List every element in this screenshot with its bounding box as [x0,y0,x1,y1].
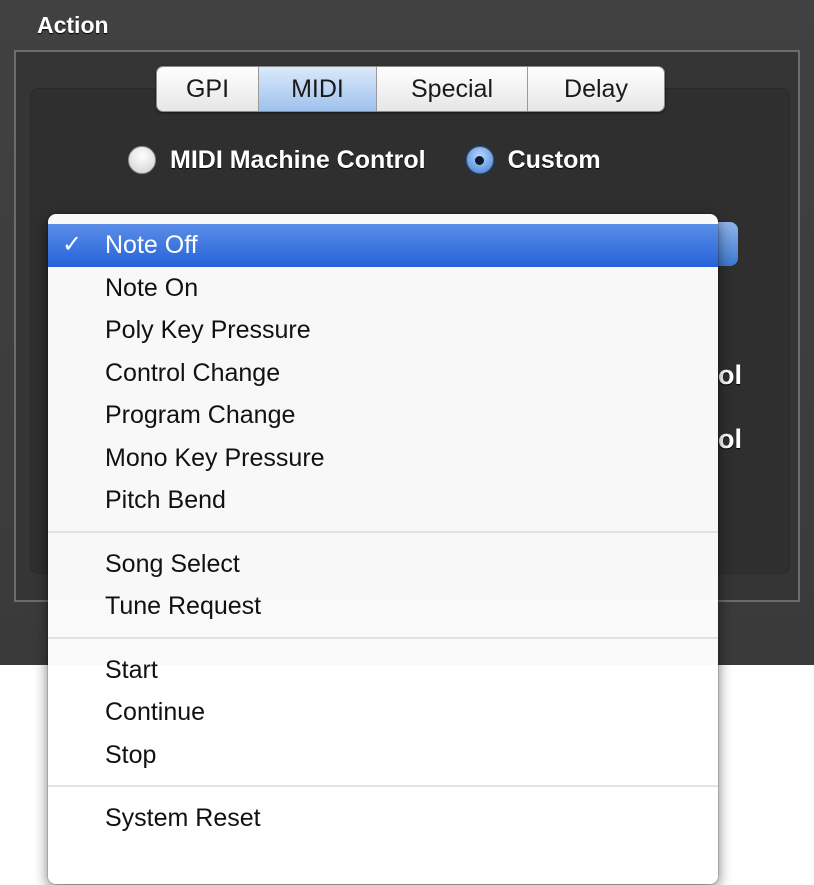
tab-delay[interactable]: Delay [528,67,664,111]
radio-midi-machine-control[interactable] [128,146,156,174]
radio-selected-dot [475,155,485,165]
message-type-dropdown-menu: ✓ Note Off Note On Poly Key Pressure Con… [48,214,718,884]
menu-item-note-off[interactable]: ✓ Note Off [48,224,718,267]
background-label-2: ol [718,424,742,454]
background-label-1: ol [718,360,742,390]
menu-item-poly-key-pressure[interactable]: Poly Key Pressure [48,309,718,352]
tab-special[interactable]: Special [377,67,528,111]
menu-item-note-on[interactable]: Note On [48,267,718,310]
radio-label-midi-machine-control[interactable]: MIDI Machine Control [170,146,426,175]
menu-separator [48,785,718,787]
tab-midi[interactable]: MIDI [259,67,377,111]
section-title: Action [37,12,109,38]
menu-item-song-select[interactable]: Song Select [48,543,718,586]
menu-item-tune-request[interactable]: Tune Request [48,585,718,628]
menu-item-start[interactable]: Start [48,649,718,692]
tab-gpi[interactable]: GPI [157,67,259,111]
radio-custom[interactable] [465,146,494,174]
radio-label-custom[interactable]: Custom [508,146,601,175]
menu-item-pitch-bend[interactable]: Pitch Bend [48,479,718,522]
checkmark-icon: ✓ [62,231,83,258]
menu-separator [48,530,718,533]
menu-item-program-change[interactable]: Program Change [48,394,718,437]
menu-item-mono-key-pressure[interactable]: Mono Key Pressure [48,437,718,480]
menu-item-continue[interactable]: Continue [48,691,718,734]
menu-item-label: Note Off [105,231,198,259]
menu-item-control-change[interactable]: Control Change [48,352,718,395]
menu-item-stop[interactable]: Stop [48,734,718,777]
midi-mode-radio-group: MIDI Machine Control Custom [128,140,601,180]
menu-separator [48,636,718,639]
menu-item-system-reset[interactable]: System Reset [48,797,718,840]
action-type-tabs: GPI MIDI Special Delay [156,66,665,112]
